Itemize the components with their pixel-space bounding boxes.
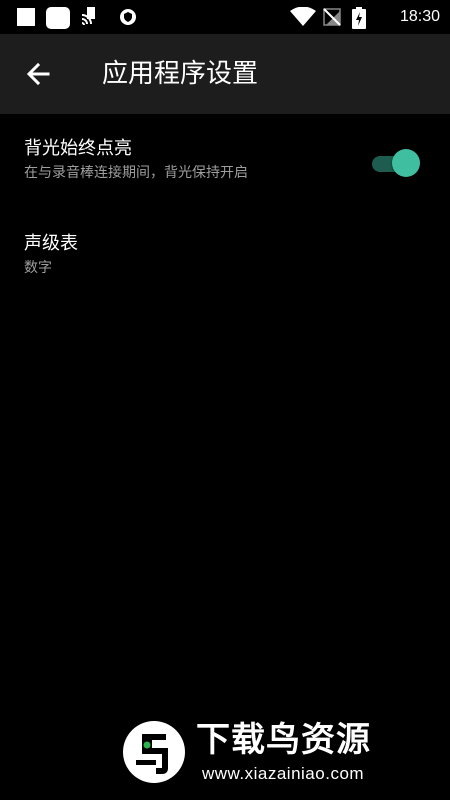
watermark: 下载鸟资源 www.xiazainiao.com: [116, 712, 432, 792]
setting-sound-level-meter[interactable]: 声级表 数字: [0, 232, 450, 288]
backlight-toggle[interactable]: [370, 149, 420, 177]
toggle-thumb: [392, 149, 420, 177]
app-bar: 应用程序设置: [0, 34, 450, 114]
status-bar: 18:30: [0, 0, 450, 34]
nfc-icon: [80, 7, 98, 33]
setting-title: 背光始终点亮: [24, 138, 132, 159]
watermark-title: 下载鸟资源: [196, 720, 371, 760]
page-title: 应用程序设置: [102, 59, 259, 89]
arrow-left-icon: [22, 62, 56, 93]
watermark-url: www.xiazainiao.com: [202, 764, 365, 783]
setting-backlight-always-on[interactable]: 背光始终点亮 在与录音棒连接期间，背光保持开启: [0, 137, 450, 197]
no-sim-icon: [322, 7, 342, 31]
battery-charging-icon: [352, 7, 366, 33]
wifi-icon: [290, 6, 316, 31]
bird-logo-icon: [122, 720, 186, 784]
setting-title: 声级表: [24, 233, 78, 254]
status-bar-right: 18:30: [290, 6, 440, 29]
setting-subtitle: 在与录音棒连接期间，背光保持开启: [24, 165, 248, 181]
notification-square-icon: [16, 7, 36, 31]
back-button[interactable]: [22, 59, 56, 89]
status-time: 18:30: [399, 8, 440, 25]
vpn-shield-icon: [118, 7, 138, 31]
setting-subtitle: 数字: [24, 260, 52, 276]
notification-rounded-icon: [46, 7, 70, 33]
